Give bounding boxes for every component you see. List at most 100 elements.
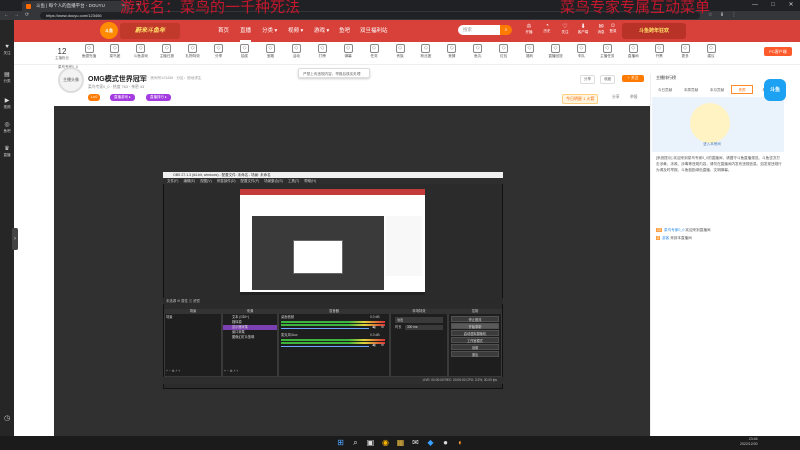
virtual-camera-button[interactable]: 启动虚拟摄像机 (451, 330, 499, 336)
fans-count[interactable]: 12 主播粉丝 (55, 47, 69, 61)
header-start-live[interactable]: ♔ 开播 (522, 23, 536, 35)
room-tool-item[interactable]: ◇ 弹幕 (337, 44, 359, 59)
share-link[interactable]: 分享 (612, 95, 620, 100)
browser-tab[interactable]: 斗鱼 | 每个人的直播平台 - DOUYU (22, 1, 130, 11)
obs-menu-bar[interactable]: 文件(F) 编辑(E) 视图(V) 停靠部件(D) 配置文件(P) 场景集合(S… (163, 178, 503, 184)
obs-source-toolbar[interactable]: 未选源 ⚙ 属性 ◫ 滤镜 (163, 298, 503, 304)
chrome-icon[interactable]: ◉ (380, 437, 391, 448)
promo-banner-left[interactable]: 蔚来斗鱼年 (120, 23, 180, 39)
avatar[interactable]: 主播头像 (58, 67, 84, 93)
system-clock[interactable]: 23:46 2022/12/30 (740, 437, 758, 447)
app-icon[interactable]: ◆ (425, 437, 436, 448)
room-tool-item[interactable]: ◇ 粉丝团 (415, 44, 437, 59)
rail-item-yuba[interactable]: ◎ 鱼吧 (0, 122, 14, 134)
obs-icon[interactable]: ● (440, 437, 451, 448)
room-tool-item[interactable]: ◇ 主播日报 (156, 44, 178, 59)
tab-month[interactable]: 本月贡献 (704, 86, 730, 94)
rail-item-live[interactable]: ♛ 直播 (0, 146, 14, 158)
rail-expand-button[interactable]: › (12, 228, 18, 250)
rail-item-video[interactable]: ▶ 视频 (0, 98, 14, 110)
room-tool-item[interactable]: ◇ 开黑 (648, 44, 670, 59)
mail-icon[interactable]: ✉ (410, 437, 421, 448)
exit-button[interactable]: 退出 (451, 351, 499, 357)
nav-video[interactable]: 视频 ▾ (288, 20, 303, 42)
gear-icon[interactable]: ⚙ (381, 343, 384, 348)
room-tool-item[interactable]: ◇ 红包 (493, 44, 515, 59)
room-tool-item[interactable]: ◇ 宝箱 (259, 44, 281, 59)
rank-badge[interactable]: 今日明星 1 火箭 (562, 94, 599, 104)
room-tool-item[interactable]: ◇ 直播间 (622, 44, 644, 59)
stop-streaming-button[interactable]: 停止推流 (451, 316, 499, 322)
forward-icon[interactable]: → (14, 11, 19, 20)
room-tool-item[interactable]: ◇ 分享 (208, 44, 230, 59)
close-window-button[interactable]: ✕ (782, 0, 800, 11)
duration-input[interactable]: 300 ms (405, 325, 443, 330)
tab-today[interactable]: 今日贡献 (652, 86, 678, 94)
pc-client-button[interactable]: PC客户端 (764, 47, 792, 56)
header-client[interactable]: ⬇ 客户端 (576, 23, 590, 35)
history-icon[interactable]: ◷ (0, 414, 14, 422)
header-login[interactable]: ☺ 登录 (606, 23, 620, 34)
room-tool-item[interactable]: ◇ 车队 (570, 44, 592, 59)
follow-button[interactable]: + 关注 (622, 75, 644, 82)
room-tool-item[interactable]: ◇ 打榜 (311, 44, 333, 59)
chat-username[interactable]: 游客 (662, 236, 669, 240)
rail-item-category[interactable]: ▤ 分类 (0, 72, 14, 84)
pill-rank[interactable]: 直播排行 ▸ (146, 94, 171, 101)
room-tool-item[interactable]: ◇ 礼物特效 (182, 44, 204, 59)
start-recording-button[interactable]: 开始录制 (451, 323, 499, 329)
room-tool-item[interactable]: ◇ 任务 (363, 44, 385, 59)
room-tool-item[interactable]: ◇ 斗鱼游戏 (130, 44, 152, 59)
transition-select[interactable]: 淡出 (395, 317, 443, 323)
explorer-icon[interactable]: ▦ (395, 437, 406, 448)
room-tool-item[interactable]: ◇ 福利 (519, 44, 541, 59)
nav-home[interactable]: 首页 (218, 20, 229, 42)
speaker-icon[interactable]: ◀) (372, 325, 376, 330)
settings-button[interactable]: 设置 (451, 344, 499, 350)
room-tool-item[interactable]: ◇ 贵族 (389, 44, 411, 59)
collect-button[interactable]: 收藏 (600, 75, 615, 84)
nav-yuba[interactable]: 鱼吧 (339, 20, 350, 42)
pill-game[interactable]: 直播游戏 ▸ (110, 94, 135, 101)
browser-extension-icons[interactable]: ☆ ⬇ ⋮ (708, 11, 739, 20)
scene-item[interactable]: 场景 (166, 315, 173, 320)
douyu-logo[interactable]: 斗鱼 (100, 22, 118, 39)
nav-category[interactable]: 分类 ▾ (262, 20, 277, 42)
search-icon[interactable]: ⌕ (500, 25, 512, 35)
minimize-button[interactable]: — (746, 0, 764, 11)
nav-live[interactable]: 直播 (240, 20, 252, 42)
studio-mode-button[interactable]: 工作室模式 (451, 337, 499, 343)
report-link[interactable]: 举报 (630, 95, 638, 100)
scenes-toolbar[interactable]: + − ⚙ ˄ ˅ (166, 369, 180, 374)
volume-slider[interactable] (281, 328, 369, 329)
promo-banner-right[interactable]: 斗鱼跨年狂欢 (622, 23, 686, 39)
sources-toolbar[interactable]: + − ⚙ ˄ ˅ (224, 369, 238, 374)
rail-item-follow[interactable]: ♥ 关注 (0, 44, 14, 56)
nav-event[interactable]: 双旦福利站 (360, 20, 388, 42)
room-tool-item[interactable]: ◇ 活动 (285, 44, 307, 59)
room-tool-item[interactable]: ◇ 直播回放 (545, 44, 567, 59)
room-tool-item[interactable]: ◇ 鱼丸 (467, 44, 489, 59)
nav-games[interactable]: 游戏 ▾ (314, 20, 329, 42)
header-follow[interactable]: ♡ 关注 (558, 23, 572, 35)
floating-app-icon[interactable]: 斗鱼 (764, 79, 786, 101)
reload-icon[interactable]: ⟳ (25, 11, 29, 20)
gear-icon[interactable]: ⚙ (381, 325, 384, 330)
room-tool-item[interactable]: ◇ 建议 (700, 44, 722, 59)
douyu-icon[interactable]: ◐ (455, 437, 466, 448)
volume-slider[interactable] (281, 346, 369, 347)
search-input[interactable]: 搜索 (458, 25, 506, 35)
room-tool-item[interactable]: ◇ 竞猜 (441, 44, 463, 59)
share-button[interactable]: 分享 (580, 75, 595, 84)
search-icon[interactable]: ⌕ (350, 437, 361, 448)
room-tool-item[interactable]: ◇ 更多 (674, 44, 696, 59)
header-history[interactable]: ◔ 历史 (540, 23, 554, 34)
chat-username[interactable]: 菜鸟专家0_0 (664, 228, 684, 232)
room-tool-item[interactable]: ◇ 菜鸟团 (104, 44, 126, 59)
tab-week[interactable]: 本周贡献 (678, 86, 704, 94)
maximize-button[interactable]: □ (764, 0, 782, 11)
task-view-icon[interactable]: ▣ (365, 437, 376, 448)
room-tool-item[interactable]: ◇ 抽奖 (234, 44, 256, 59)
room-tool-item[interactable]: ◇ 主播任务 (596, 44, 618, 59)
speaker-icon[interactable]: ◀) (372, 343, 376, 348)
